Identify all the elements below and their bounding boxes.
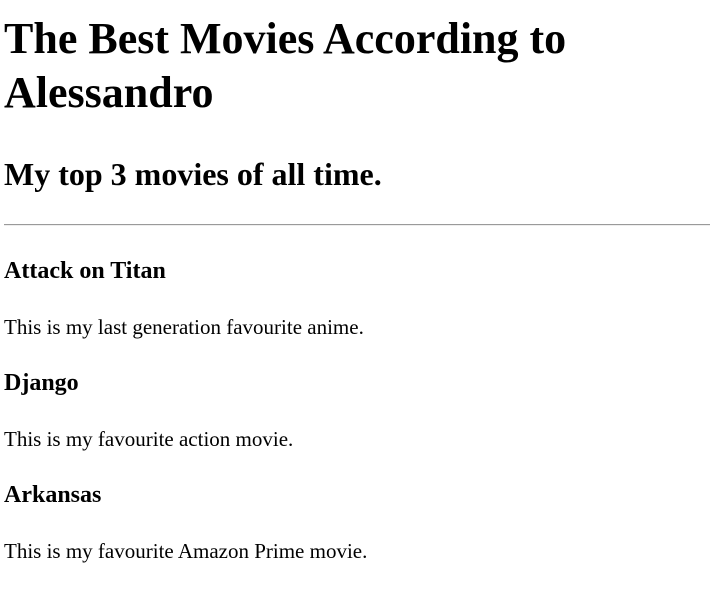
movie-description: This is my favourite action movie. — [4, 427, 294, 451]
movie-item: Attack on Titan This is my last generati… — [4, 256, 713, 340]
movie-item: Arkansas This is my favourite Amazon Pri… — [4, 480, 713, 564]
movie-item: Django This is my favourite action movie… — [4, 368, 713, 452]
movie-description: This is my favourite Amazon Prime movie. — [4, 539, 368, 563]
movie-description: This is my last generation favourite ani… — [4, 315, 364, 339]
movie-title: Arkansas — [4, 482, 102, 508]
page-title: The Best Movies According to Alessandro — [4, 14, 567, 117]
movie-title: Django — [4, 370, 79, 396]
divider — [4, 224, 710, 226]
movie-title: Attack on Titan — [4, 258, 166, 284]
page-subtitle: My top 3 movies of all time. — [4, 156, 382, 192]
